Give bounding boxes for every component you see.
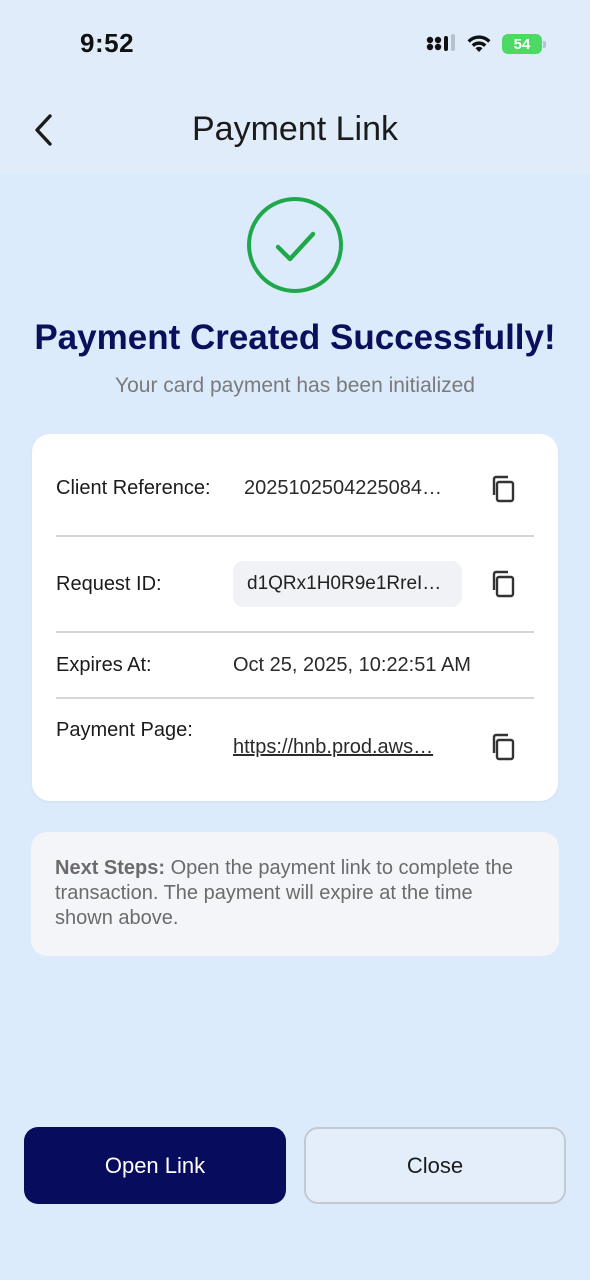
cellular-signal-icon	[426, 34, 455, 51]
payment-details-card: Client Reference: 2025102504225084… Requ…	[32, 434, 558, 801]
expires-at-value: Oct 25, 2025, 10:22:51 AM	[233, 654, 471, 676]
client-reference-value: 2025102504225084…	[244, 477, 442, 499]
copy-client-reference-icon[interactable]	[488, 473, 520, 505]
divider	[56, 631, 534, 633]
battery-level: 54	[513, 35, 531, 53]
copy-request-id-icon[interactable]	[488, 568, 520, 600]
copy-payment-page-icon[interactable]	[488, 731, 520, 763]
wifi-icon	[467, 35, 491, 52]
battery-icon: 54	[502, 34, 546, 54]
next-steps-label: Next Steps:	[55, 857, 166, 879]
success-subtitle: Your card payment has been initialized	[115, 374, 475, 397]
client-reference-label: Client Reference:	[56, 477, 211, 499]
next-steps-note: Next Steps: Open the payment link to com…	[31, 832, 559, 956]
expires-at-label: Expires At:	[56, 654, 152, 676]
divider	[56, 535, 534, 537]
request-id-label: Request ID:	[56, 573, 162, 595]
status-bar: 9:52 54	[0, 0, 590, 88]
check-circle-icon	[247, 197, 343, 293]
close-button[interactable]: Close	[304, 1127, 566, 1204]
payment-page-link[interactable]: https://hnb.prod.aws…	[233, 736, 475, 759]
payment-page-label: Payment Page:	[56, 719, 193, 741]
status-time: 9:52	[80, 28, 135, 58]
page-title: Payment Link	[192, 110, 398, 148]
divider	[56, 697, 534, 699]
status-icons: 54	[426, 30, 546, 58]
request-id-chip: d1QRx1H0R9e1RreI…	[233, 561, 462, 607]
header: Payment Link	[0, 88, 590, 174]
open-link-button[interactable]: Open Link	[24, 1127, 286, 1204]
request-id-value: d1QRx1H0R9e1RreI…	[247, 573, 442, 594]
success-title: Payment Created Successfully!	[34, 318, 556, 357]
